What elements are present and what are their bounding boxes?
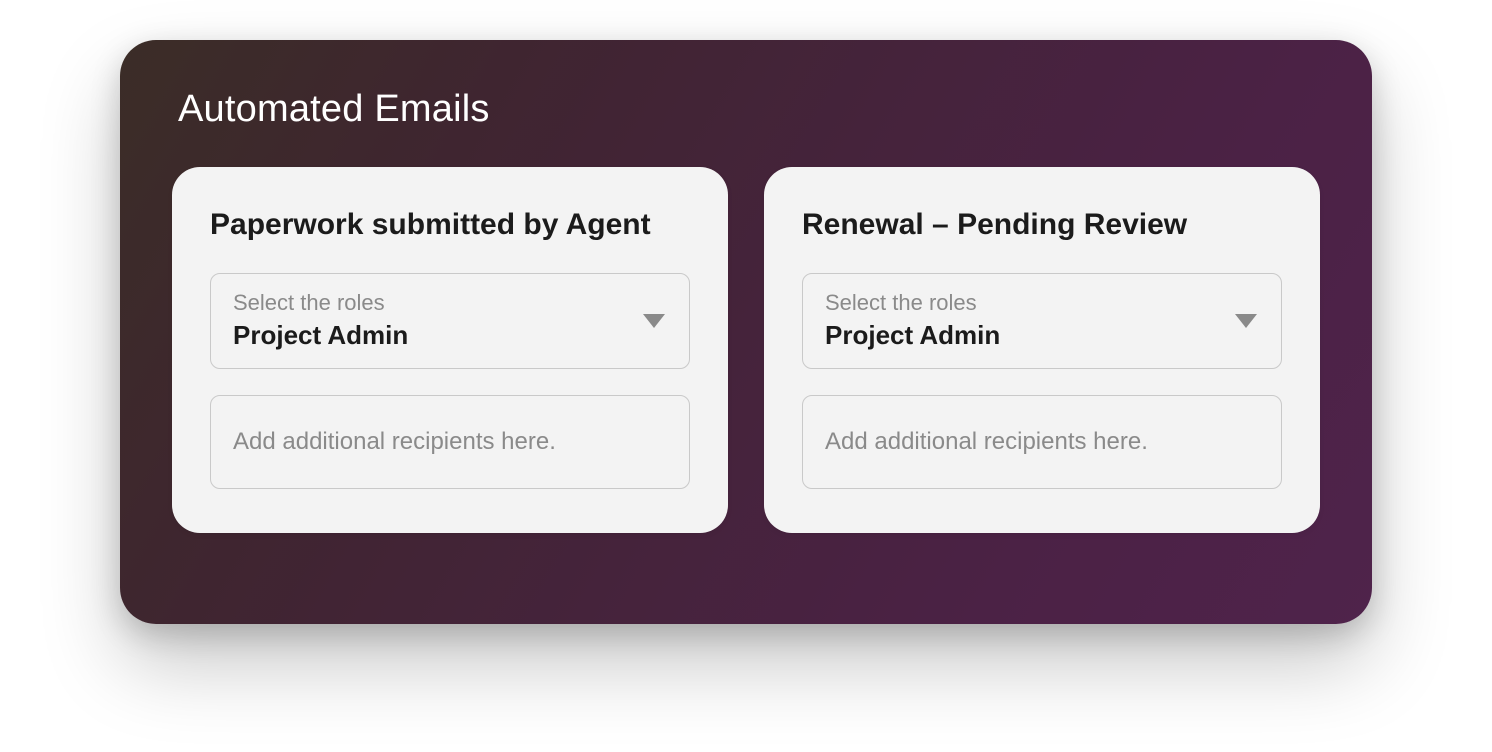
card-title: Paperwork submitted by Agent [210,207,690,243]
recipients-input[interactable] [825,428,1259,456]
recipients-field[interactable] [802,395,1282,489]
roles-select-label: Select the roles [825,290,1259,316]
card-title: Renewal – Pending Review [802,207,1282,243]
roles-select-label: Select the roles [233,290,667,316]
recipients-input[interactable] [233,428,667,456]
roles-select[interactable]: Select the roles Project Admin [802,273,1282,369]
automated-emails-panel: Automated Emails Paperwork submitted by … [120,40,1372,624]
chevron-down-icon [1235,314,1257,328]
email-card-renewal: Renewal – Pending Review Select the role… [764,167,1320,533]
roles-select[interactable]: Select the roles Project Admin [210,273,690,369]
chevron-down-icon [643,314,665,328]
recipients-field[interactable] [210,395,690,489]
email-cards-row: Paperwork submitted by Agent Select the … [172,167,1320,533]
panel-title: Automated Emails [178,88,1320,131]
email-card-paperwork: Paperwork submitted by Agent Select the … [172,167,728,533]
roles-select-value: Project Admin [233,320,667,351]
roles-select-value: Project Admin [825,320,1259,351]
